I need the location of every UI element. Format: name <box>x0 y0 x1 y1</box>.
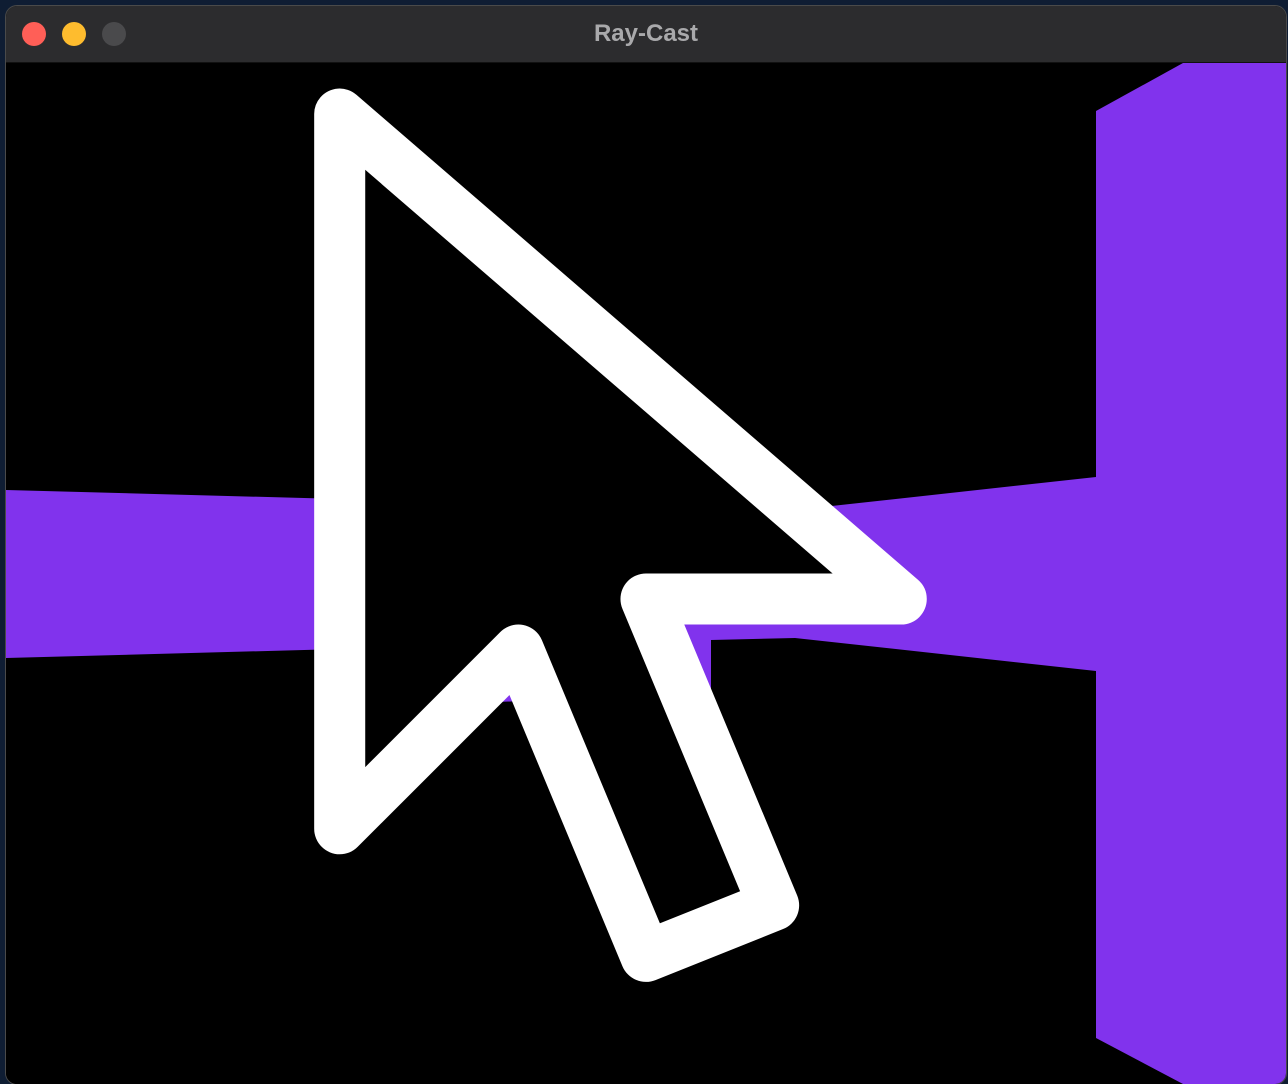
title-bar[interactable]: Ray-Cast <box>6 6 1286 63</box>
app-window: Ray-Cast <box>6 6 1286 1084</box>
raycast-viewport[interactable] <box>6 63 1286 1084</box>
window-title: Ray-Cast <box>593 20 699 47</box>
arrow-pointer-icon <box>314 88 927 982</box>
